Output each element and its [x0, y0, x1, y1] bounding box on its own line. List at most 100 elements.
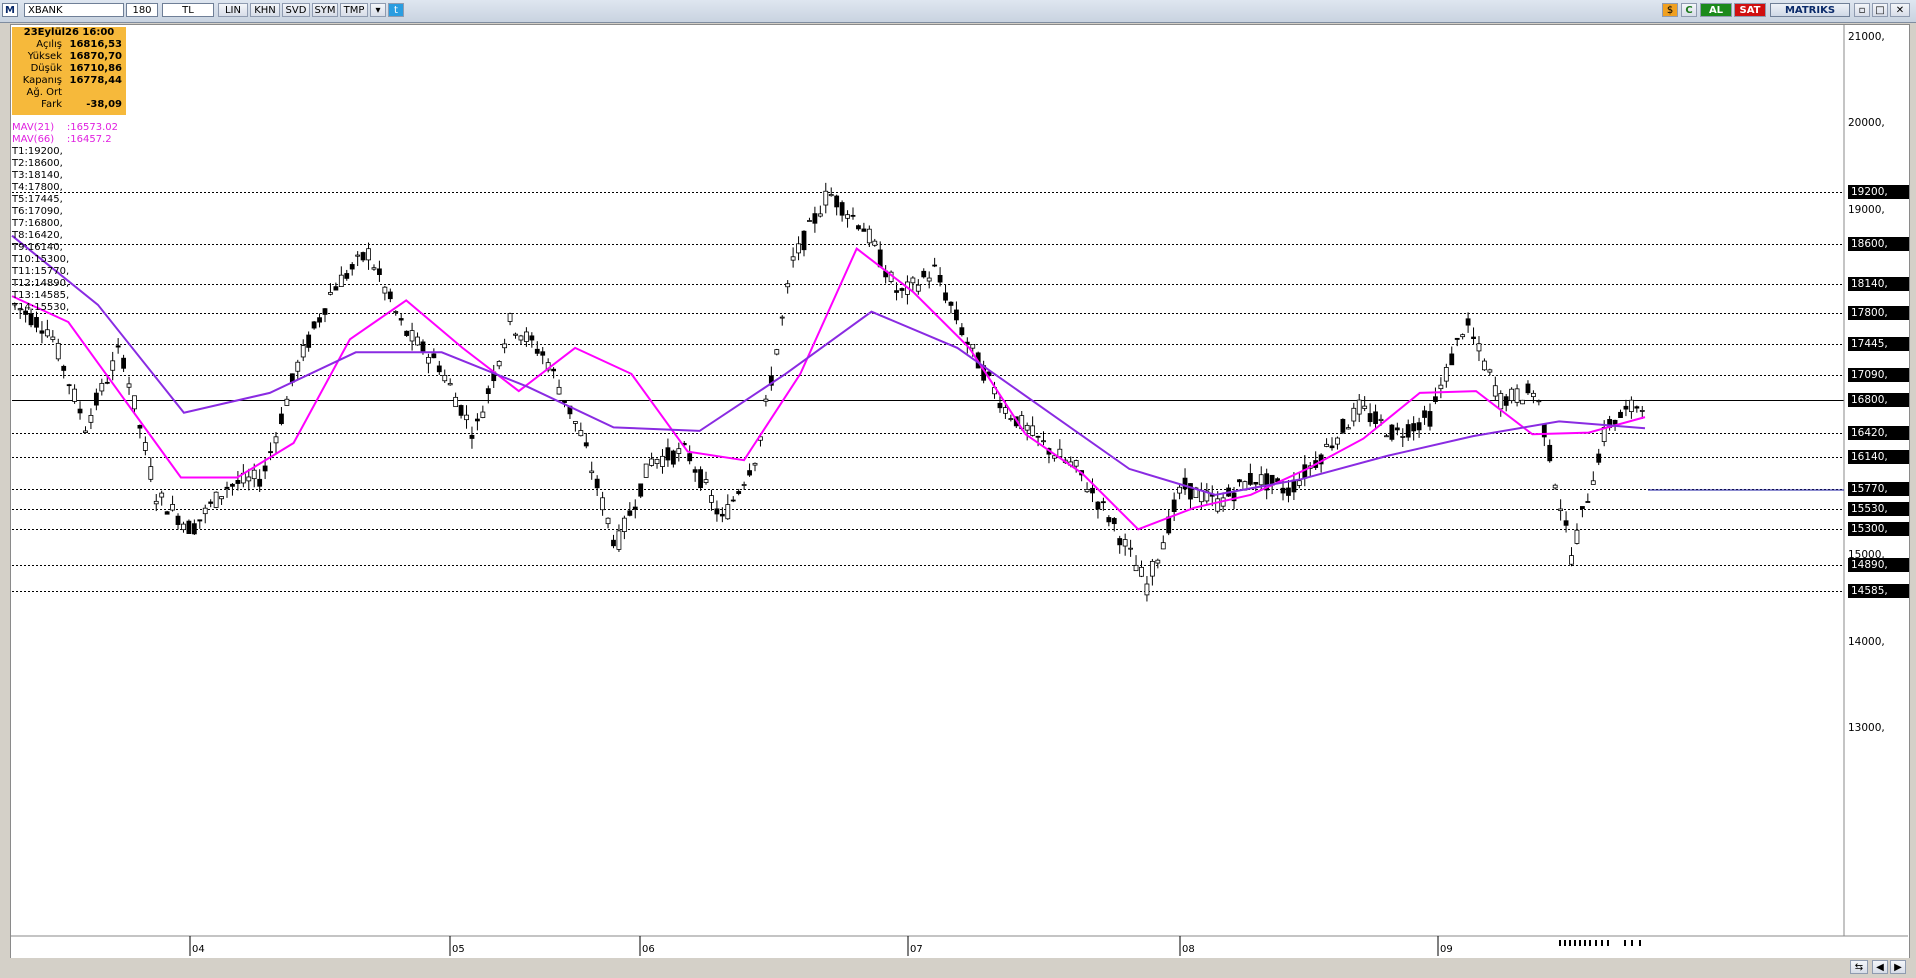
candle — [665, 438, 671, 467]
candle — [415, 332, 420, 346]
candle — [779, 315, 785, 326]
candle — [747, 463, 752, 477]
price-chart — [10, 24, 1908, 956]
indicator-legend: MAV(21) :16573.02 MAV(66) :16457.2 T1:19… — [12, 122, 118, 314]
candle — [371, 264, 377, 271]
candle — [295, 359, 301, 379]
level-price-badge: 17445, — [1848, 337, 1909, 352]
candle — [1367, 403, 1373, 427]
candle — [1182, 468, 1188, 495]
candle — [676, 442, 682, 462]
candle — [790, 247, 796, 268]
mav21-legend[interactable]: MAV(21) :16573.02 — [12, 122, 118, 134]
candle — [77, 401, 83, 420]
candle — [306, 331, 312, 352]
status-bar: ⇆ ◀ ▶ — [0, 958, 1916, 978]
candle — [1149, 558, 1155, 586]
candle — [872, 238, 878, 247]
candle — [698, 466, 703, 491]
candle — [1492, 376, 1498, 401]
candle — [1356, 393, 1362, 423]
candle — [1155, 558, 1161, 569]
candle — [469, 426, 475, 449]
mav21-line — [11, 247, 1646, 531]
candle — [409, 322, 415, 351]
candle — [709, 489, 714, 511]
link-icon[interactable]: ⇆ — [1850, 960, 1868, 974]
level-line-label: T1:19200, — [12, 146, 63, 157]
ohlc-value: 16778,44 — [69, 75, 122, 86]
candle — [768, 366, 774, 391]
level-price-badge: 16800, — [1848, 392, 1909, 407]
volume-ticks — [1559, 940, 1641, 946]
candle — [317, 313, 322, 328]
candle — [1590, 471, 1596, 485]
candle — [1514, 384, 1520, 407]
candle — [725, 494, 731, 520]
candle — [894, 282, 899, 301]
ohlc-value: -38,09 — [86, 99, 122, 110]
candle — [311, 320, 317, 330]
scroll-left-icon[interactable]: ◀ — [1872, 960, 1888, 974]
candle — [279, 407, 284, 426]
candle — [121, 354, 126, 372]
candle — [1057, 439, 1063, 458]
ohlc-row-open: Açılış 16816,53 — [12, 39, 126, 51]
ohlc-row-diff: Fark -38,09 — [12, 99, 126, 111]
mav66-legend[interactable]: MAV(66) :16457.2 — [12, 134, 118, 146]
candle — [621, 515, 627, 540]
candle — [219, 496, 224, 505]
candle — [322, 308, 328, 323]
candle — [850, 207, 856, 220]
candle — [1345, 424, 1351, 430]
ohlc-info-panel: 23Eylül26 16:00 Açılış 16816,53 Yüksek 168… — [12, 27, 126, 115]
candle — [861, 222, 867, 232]
candle — [1574, 523, 1580, 545]
ohlc-label: Fark — [41, 99, 62, 110]
candle — [1226, 484, 1231, 497]
candle — [1525, 380, 1531, 395]
level-line-label: T12:14890, — [12, 278, 70, 289]
candle — [540, 346, 546, 365]
candle — [496, 360, 502, 370]
candle — [513, 332, 518, 339]
candle — [1394, 422, 1400, 436]
candle — [284, 395, 290, 406]
candle — [1160, 535, 1166, 550]
level-price-badge: 14585, — [1848, 584, 1909, 599]
candle — [360, 251, 366, 263]
candle — [910, 276, 916, 291]
candle — [801, 230, 807, 257]
candle — [1373, 404, 1378, 430]
candle — [164, 510, 170, 515]
candle — [572, 421, 578, 432]
candle — [703, 471, 709, 485]
candle — [578, 422, 584, 437]
x-tick-label: 09 — [1440, 944, 1453, 955]
ohlc-label: Ağ. Ort — [26, 87, 62, 98]
candle — [175, 513, 181, 530]
candle — [1471, 327, 1476, 345]
y-tick-label: 19000, — [1848, 203, 1885, 216]
ohlc-row-high: Yüksek 16870,70 — [12, 51, 126, 63]
candle — [638, 483, 644, 499]
candle — [1324, 438, 1329, 448]
level-price-badge: 18140, — [1848, 277, 1909, 292]
scroll-right-icon[interactable]: ▶ — [1890, 960, 1906, 974]
candle — [88, 408, 94, 430]
candle — [1133, 555, 1139, 572]
candle — [954, 301, 959, 325]
candle — [257, 469, 263, 492]
candle — [404, 330, 410, 337]
candle — [1487, 368, 1493, 376]
candle — [1531, 390, 1536, 404]
candle — [518, 334, 524, 345]
candle — [649, 452, 654, 467]
candle — [1569, 547, 1574, 567]
ohlc-label: Düşük — [30, 63, 62, 74]
candle — [1476, 336, 1482, 362]
level-line-label: T5:17445, — [12, 194, 63, 205]
candle — [1286, 479, 1291, 503]
candle — [355, 251, 361, 267]
candle — [687, 445, 693, 465]
